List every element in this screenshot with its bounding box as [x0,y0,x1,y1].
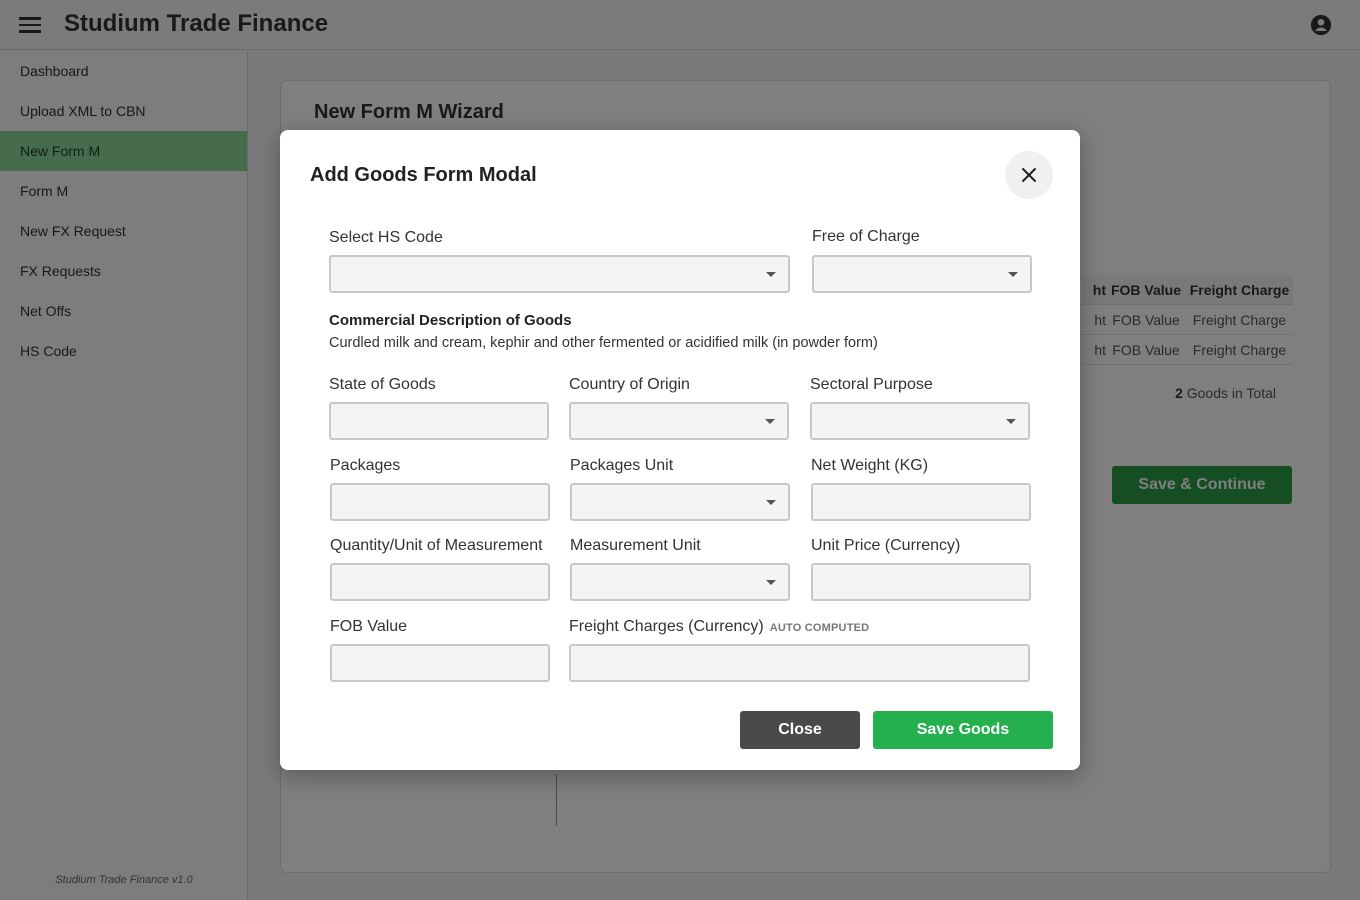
auto-computed-tag: AUTO COMPUTED [769,622,870,634]
measurement-unit-select[interactable] [570,563,790,601]
chevron-down-icon [766,272,776,277]
hs-code-select[interactable] [329,255,790,293]
freight-charges-input[interactable] [569,644,1030,682]
unit-price-input[interactable] [811,563,1031,601]
chevron-down-icon [765,419,775,424]
packages-unit-select[interactable] [570,483,790,521]
chevron-down-icon [1006,419,1016,424]
fob-value-input[interactable] [330,644,550,682]
net-weight-input[interactable] [811,483,1031,521]
close-icon[interactable] [1005,151,1053,199]
description-heading: Commercial Description of Goods [329,312,572,329]
hs-code-label: Select HS Code [329,229,443,246]
chevron-down-icon [766,580,776,585]
chevron-down-icon [766,500,776,505]
add-goods-modal: Add Goods Form Modal Select HS Code Free… [280,130,1080,770]
packages-label: Packages [330,457,401,474]
country-of-origin-label: Country of Origin [569,376,690,393]
packages-unit-label: Packages Unit [570,457,674,474]
free-of-charge-label: Free of Charge [812,228,920,245]
quantity-input[interactable] [330,563,550,601]
net-weight-label: Net Weight (KG) [811,457,929,474]
description-text: Curdled milk and cream, kephir and other… [329,335,878,351]
chevron-down-icon [1008,272,1018,277]
sectoral-purpose-select[interactable] [810,402,1030,440]
unit-price-label: Unit Price (Currency) [811,537,961,554]
close-button[interactable]: Close [740,711,860,749]
freight-charges-label: Freight Charges (Currency) AUTO COMPUTED [569,618,869,636]
free-of-charge-select[interactable] [812,255,1032,293]
freight-charges-label-text: Freight Charges (Currency) [569,618,764,635]
quantity-label: Quantity/Unit of Measurement [330,537,543,554]
state-of-goods-input[interactable] [329,402,549,440]
fob-value-label: FOB Value [330,618,408,635]
country-of-origin-select[interactable] [569,402,789,440]
modal-title: Add Goods Form Modal [310,164,537,186]
state-of-goods-label: State of Goods [329,376,436,393]
packages-input[interactable] [330,483,550,521]
save-goods-button[interactable]: Save Goods [873,711,1053,749]
sectoral-purpose-label: Sectoral Purpose [810,376,933,393]
measurement-unit-label: Measurement Unit [570,537,701,554]
